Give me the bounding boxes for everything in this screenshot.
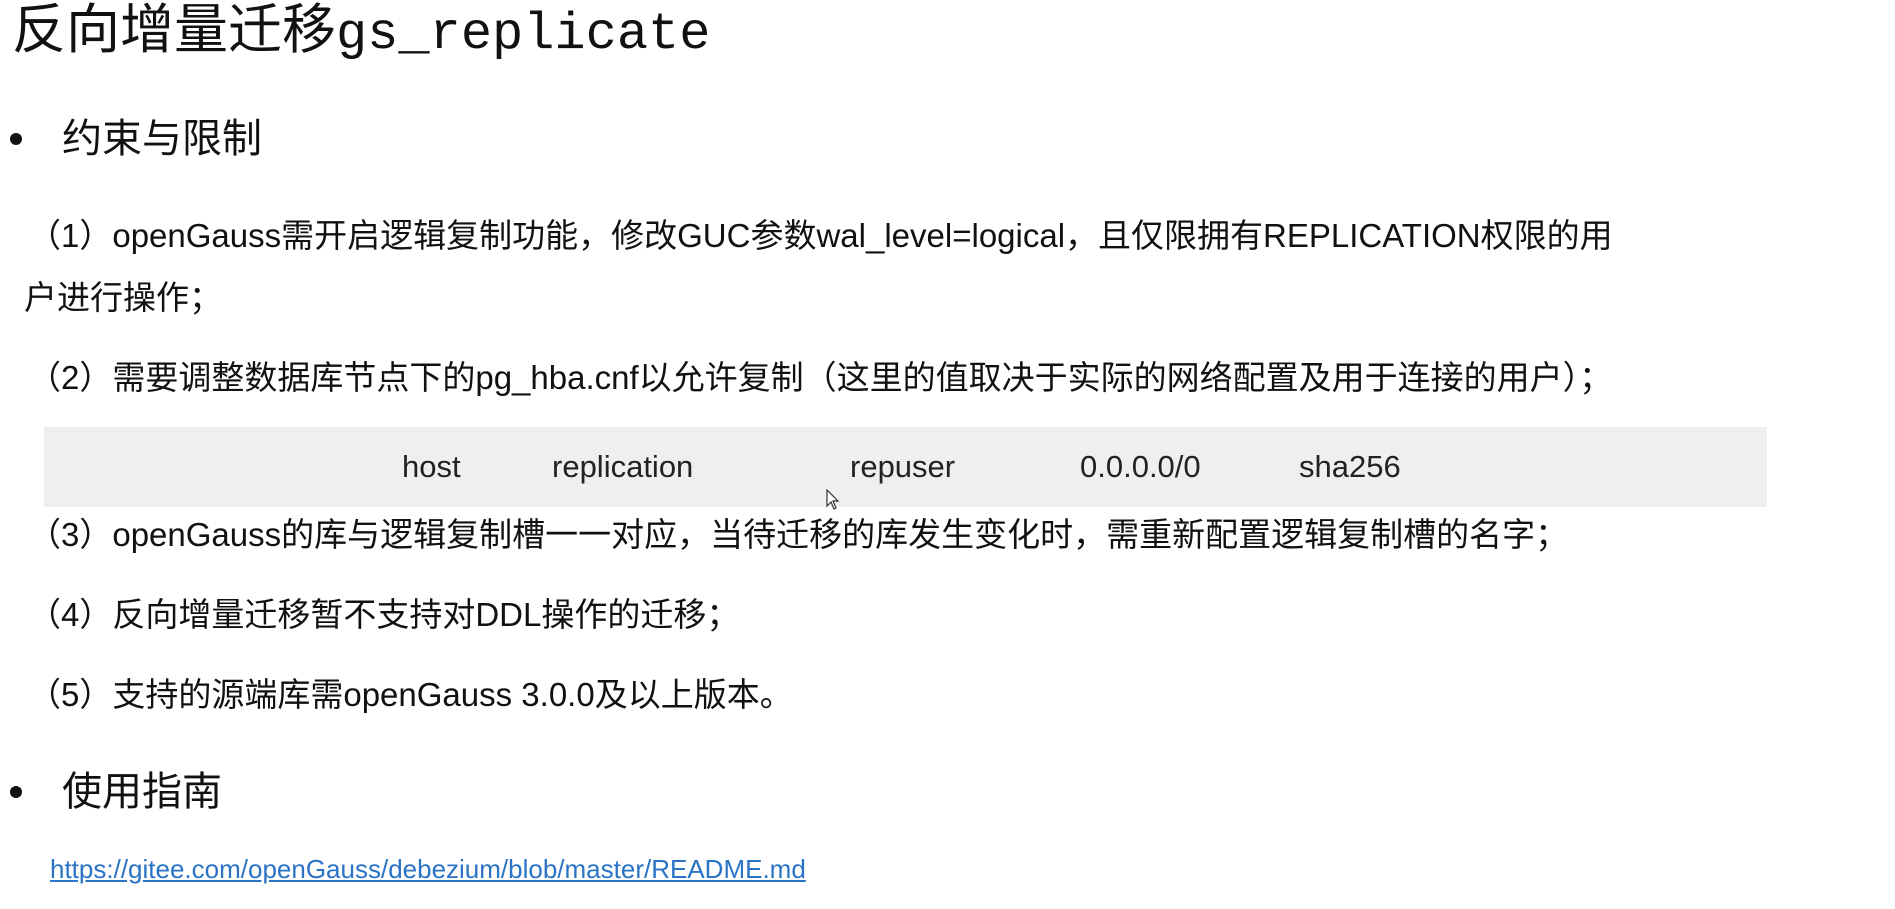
constraint-item-1-line-1: （1）openGauss需开启逻辑复制功能，修改GUC参数wal_level=l… bbox=[28, 217, 1613, 254]
slide-title-cjk: 反向增量迁移 bbox=[12, 0, 336, 61]
constraint-item-3: （3）openGauss的库与逻辑复制槽一一对应，当待迁移的库发生变化时，需重新… bbox=[28, 516, 1569, 553]
hba-address: 0.0.0.0/0 bbox=[1080, 449, 1201, 484]
constraint-item-1-line-2: 户进行操作； bbox=[24, 279, 222, 316]
section-constraints: 约束与限制 bbox=[4, 113, 262, 165]
constraint-item-5: （5）支持的源端库需openGauss 3.0.0及以上版本。 bbox=[28, 676, 793, 713]
readme-link[interactable]: https://gitee.com/openGauss/debezium/blo… bbox=[50, 852, 806, 886]
section-heading: 使用指南 bbox=[62, 769, 222, 815]
slide-title-code: gs_replicate bbox=[336, 5, 711, 64]
constraint-item-4: （4）反向增量迁移暂不支持对DDL操作的迁移； bbox=[28, 596, 740, 633]
section-guide: 使用指南 bbox=[4, 766, 222, 818]
slide-title: 反向增量迁移gs_replicate bbox=[12, 0, 710, 67]
bullet-dot bbox=[10, 133, 22, 145]
hba-database: replication bbox=[552, 449, 694, 484]
hba-user: repuser bbox=[850, 449, 956, 484]
pg-hba-entry: host replication repuser 0.0.0.0/0 sha25… bbox=[44, 427, 1767, 507]
hba-type: host bbox=[402, 449, 461, 484]
bullet-dot bbox=[10, 786, 22, 798]
constraint-item-2: （2）需要调整数据库节点下的pg_hba.cnf以允许复制（这里的值取决于实际的… bbox=[28, 359, 1613, 396]
section-heading: 约束与限制 bbox=[62, 116, 262, 162]
hba-method: sha256 bbox=[1299, 449, 1401, 484]
constraint-item-1: （1）openGauss需开启逻辑复制功能，修改GUC参数wal_level=l… bbox=[24, 205, 1848, 329]
